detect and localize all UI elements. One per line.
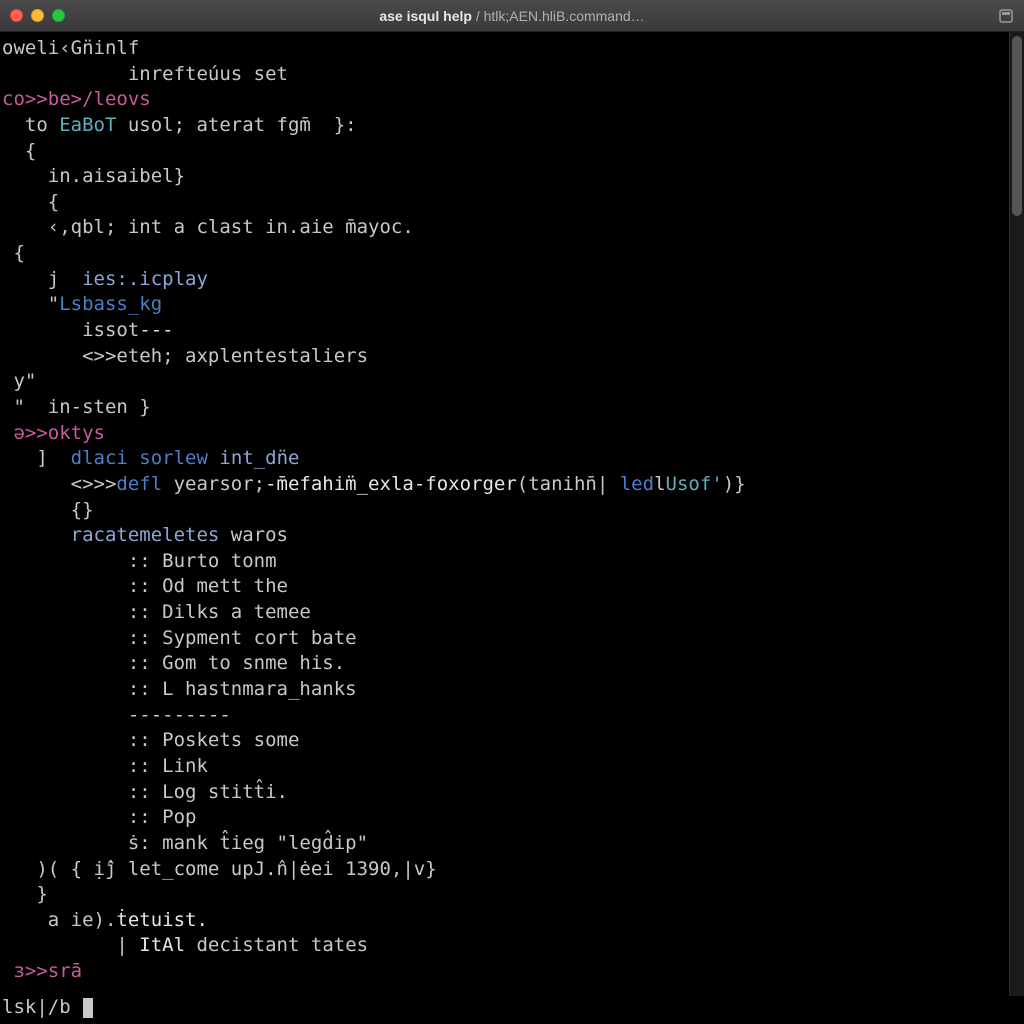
traffic-lights	[10, 9, 65, 22]
close-icon[interactable]	[10, 9, 23, 22]
titlebar[interactable]: ase isqul help / htlk;AEN.hliB.command…	[0, 0, 1024, 32]
window-title: ase isqul help / htlk;AEN.hliB.command…	[379, 8, 644, 24]
maximize-icon[interactable]	[52, 9, 65, 22]
window-menu-icon[interactable]	[998, 8, 1014, 24]
minimize-icon[interactable]	[31, 9, 44, 22]
scrollbar[interactable]	[1009, 32, 1024, 996]
terminal-output[interactable]: oweli‹Gn̈inlf inrefteúus setco>>be>/leov…	[0, 32, 1009, 996]
content-area: oweli‹Gn̈inlf inrefteúus setco>>be>/leov…	[0, 32, 1024, 996]
scrollbar-thumb[interactable]	[1012, 36, 1022, 216]
terminal-window: ase isqul help / htlk;AEN.hliB.command… …	[0, 0, 1024, 1024]
cursor-icon	[83, 998, 93, 1018]
prompt-line[interactable]: lsk|/b	[0, 996, 1024, 1024]
